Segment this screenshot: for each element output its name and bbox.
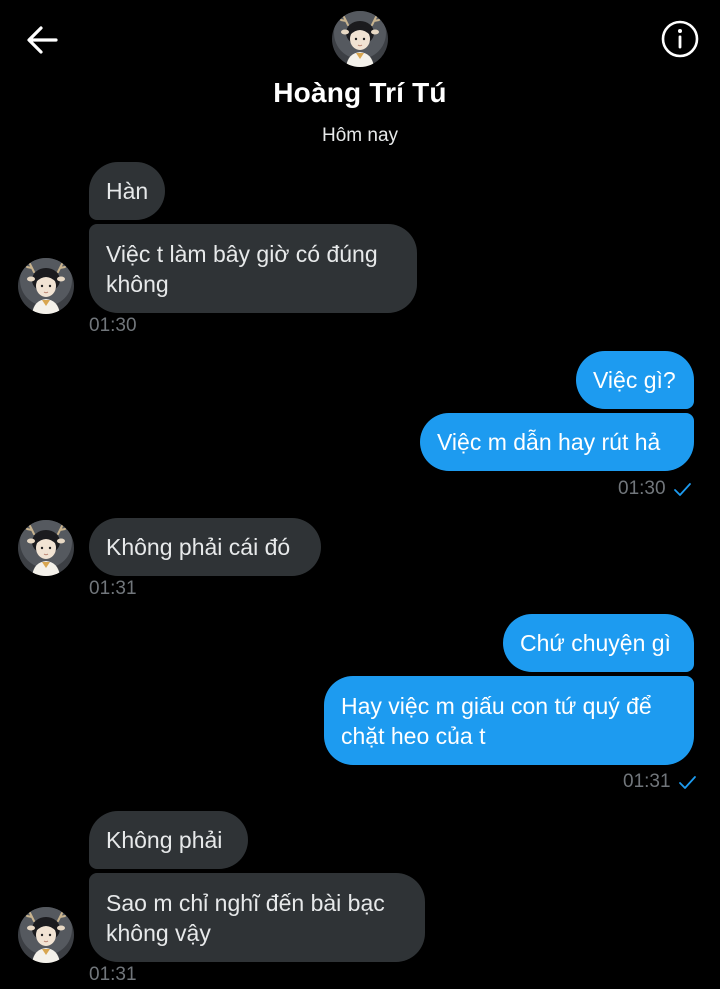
message-text: Chứ chuyện gì	[520, 630, 671, 656]
message-text: Việc t làm bây giờ có đúng không	[106, 240, 378, 297]
message-timestamp: 01:30	[618, 478, 666, 499]
check-icon	[677, 772, 697, 792]
received-message-bubble[interactable]: Hàn	[89, 162, 166, 220]
message-timestamp: 01:31	[623, 771, 671, 792]
sender-avatar[interactable]	[18, 520, 74, 576]
message-text: Việc m dẫn hay rút hả	[437, 429, 661, 455]
message-text: Không phải cái đó	[106, 534, 291, 560]
message-text: Không phải	[106, 827, 223, 853]
sender-avatar[interactable]	[18, 907, 74, 963]
message-text: Sao m chỉ nghĩ đến bài bạc không vậy	[106, 889, 385, 946]
sender-avatar[interactable]	[18, 258, 74, 314]
received-message-bubble[interactable]: Sao m chỉ nghĩ đến bài bạc không vậy	[89, 873, 425, 962]
sent-message-bubble[interactable]: Việc gì?	[576, 351, 694, 409]
received-message-bubble[interactable]: Việc t làm bây giờ có đúng không	[89, 224, 417, 313]
message-timestamp: 01:31	[89, 964, 137, 985]
message-timestamp: 01:31	[89, 578, 137, 599]
received-message-bubble[interactable]: Không phải	[89, 811, 248, 869]
sent-message-bubble[interactable]: Hay việc m giấu con tứ quý để chặt heo c…	[324, 676, 694, 765]
message-timestamp: 01:30	[89, 315, 137, 336]
received-message-bubble[interactable]: Không phải cái đó	[89, 518, 321, 576]
message-text: Hàn	[106, 178, 149, 204]
back-arrow-icon[interactable]	[22, 22, 62, 58]
check-icon	[672, 479, 692, 499]
sent-message-bubble[interactable]: Chứ chuyện gì	[503, 614, 694, 672]
contact-avatar[interactable]	[332, 11, 388, 67]
sent-message-bubble[interactable]: Việc m dẫn hay rút hả	[420, 413, 694, 471]
message-text: Hay việc m giấu con tứ quý để chặt heo c…	[341, 692, 652, 749]
contact-name[interactable]: Hoàng Trí Tú	[0, 77, 720, 109]
message-status: 01:30	[618, 478, 692, 500]
info-icon[interactable]	[660, 19, 700, 59]
message-status: 01:31	[623, 771, 697, 793]
date-separator: Hôm nay	[321, 125, 399, 146]
message-text: Việc gì?	[593, 367, 676, 393]
